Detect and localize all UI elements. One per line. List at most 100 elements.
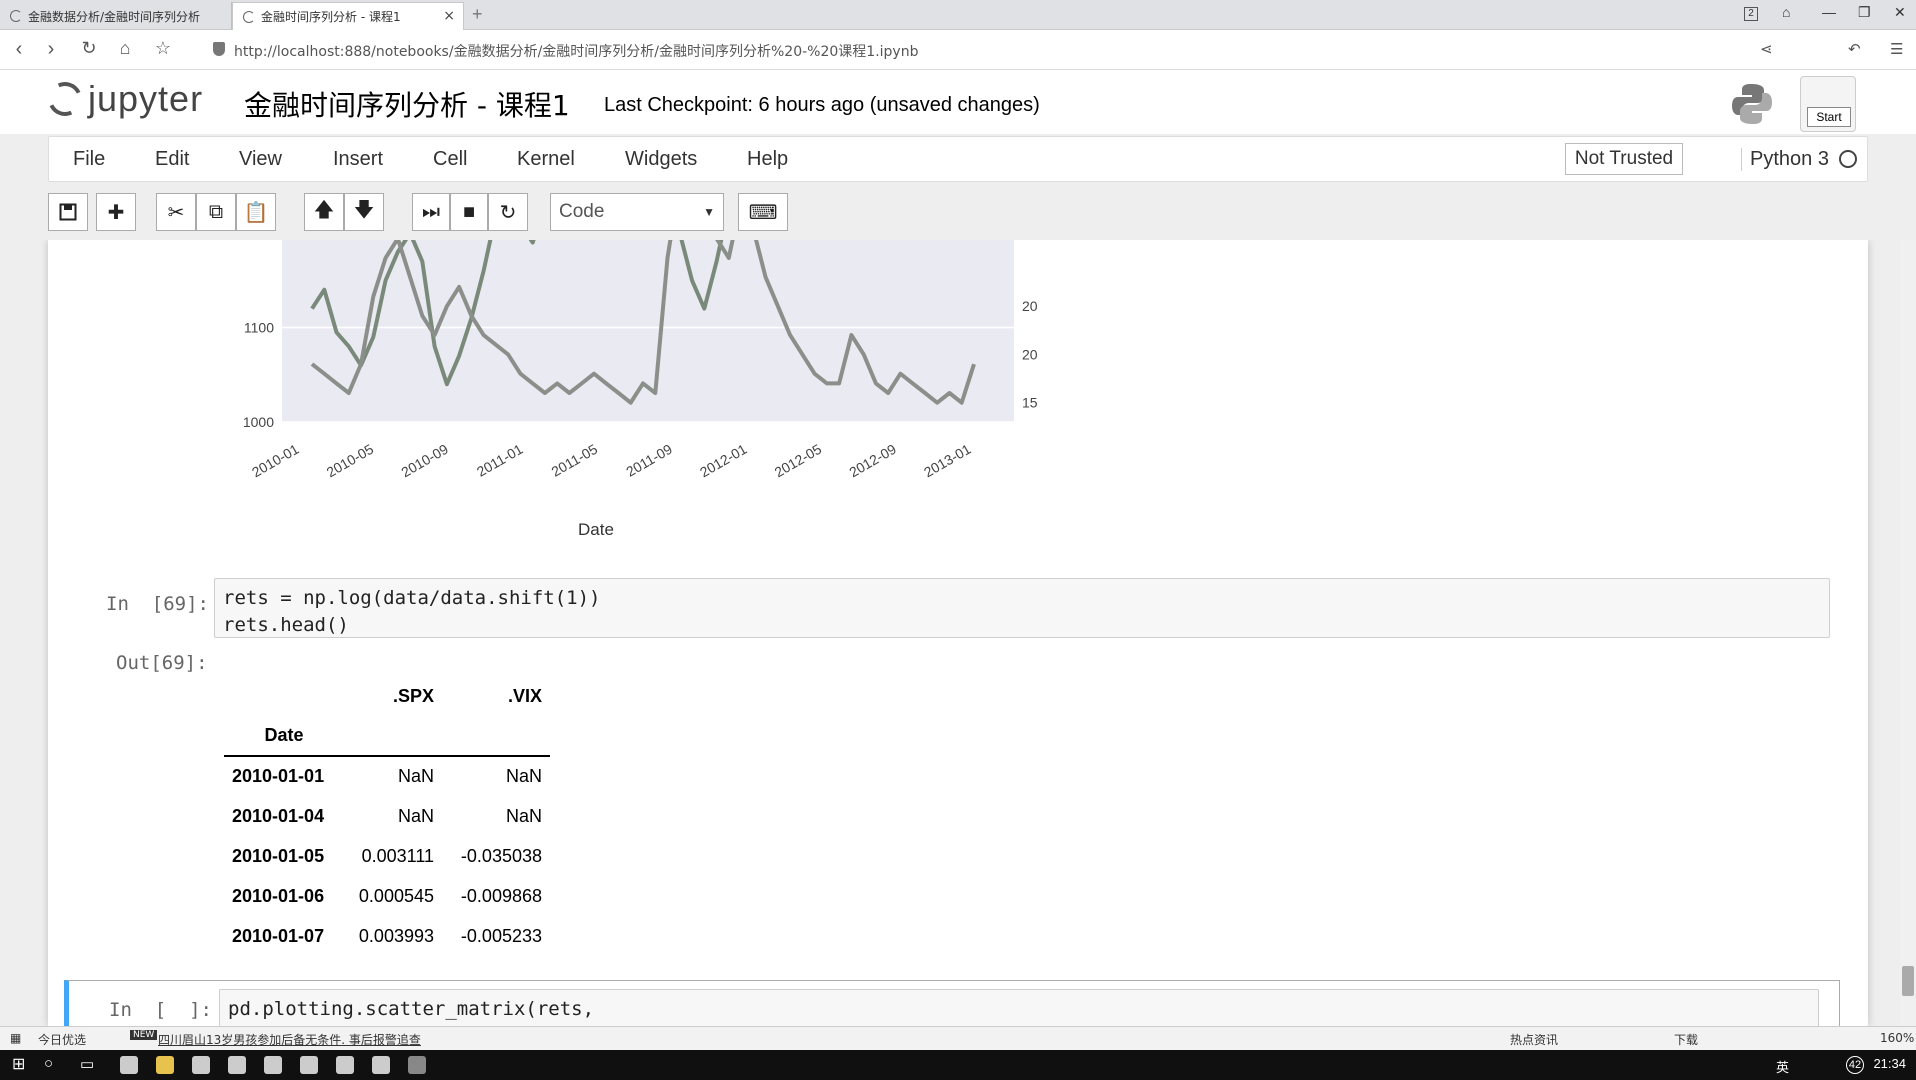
save-button[interactable]: [48, 193, 88, 231]
reload-icon[interactable]: ↻: [76, 38, 102, 59]
input-language[interactable]: 英: [1776, 1057, 1789, 1076]
status-left[interactable]: 今日优选: [38, 1031, 86, 1048]
search-icon[interactable]: ○: [44, 1055, 53, 1072]
app-icon[interactable]: [192, 1056, 210, 1074]
notebook-title[interactable]: 金融时间序列分析 - 课程1: [244, 84, 570, 124]
menu-icon[interactable]: ☰: [1890, 40, 1903, 58]
table-row: 2010-01-05 0.003111 -0.035038: [224, 836, 550, 876]
start-button[interactable]: Start: [1807, 107, 1851, 127]
paste-button[interactable]: 📋: [236, 193, 276, 231]
jupyter-logo[interactable]: jupyter: [43, 77, 203, 121]
app-icon[interactable]: [300, 1056, 318, 1074]
x-axis-label: Date: [578, 520, 614, 539]
row-date: 2010-01-07: [232, 925, 325, 946]
folder-icon[interactable]: [156, 1056, 174, 1074]
status-download[interactable]: 下载: [1674, 1031, 1698, 1048]
windows-start-icon[interactable]: ⊞: [12, 1054, 25, 1074]
kernel-name[interactable]: Python 3: [1741, 148, 1829, 171]
move-up-button[interactable]: 🡅: [304, 193, 344, 231]
input-prompt: In [69]:: [106, 593, 209, 615]
selected-cell[interactable]: In [ ]: pd.plotting.scatter_matrix(rets,: [64, 980, 1840, 1026]
new-tab-button[interactable]: +: [472, 4, 483, 25]
cell-type-select[interactable]: Code ▼: [550, 193, 724, 231]
code-input-69[interactable]: rets = np.log(data/data.shift(1)) rets.h…: [214, 578, 1830, 638]
restart-button[interactable]: ↻: [488, 193, 528, 231]
copy-button[interactable]: ⧉: [196, 193, 236, 231]
menu-edit[interactable]: Edit: [155, 148, 189, 171]
menu-kernel[interactable]: Kernel: [517, 148, 575, 171]
menu-cell[interactable]: Cell: [433, 148, 467, 171]
step-forward-icon: ⏭: [422, 200, 440, 223]
trust-button[interactable]: Not Trusted: [1565, 143, 1683, 175]
undo-icon[interactable]: ↶: [1848, 40, 1861, 58]
news-link[interactable]: 四川眉山13岁男孩参加后备无条件. 事后报警追查: [158, 1031, 421, 1048]
close-tab-icon[interactable]: ×: [443, 8, 455, 24]
home-icon[interactable]: ⌂: [112, 38, 138, 59]
menu-file[interactable]: File: [73, 148, 105, 171]
run-button[interactable]: ⏭: [412, 193, 450, 231]
status-hot-news[interactable]: 热点资讯: [1510, 1031, 1558, 1048]
minimize-icon[interactable]: —: [1822, 4, 1836, 20]
blank-cell: [442, 716, 550, 757]
forward-icon[interactable]: ›: [38, 38, 64, 61]
cell-spx: 0.003111: [361, 845, 434, 866]
close-window-icon[interactable]: ✕: [1894, 4, 1906, 21]
star-icon[interactable]: ☆: [150, 38, 176, 59]
dataframe-output: .SPX .VIX Date 2010-01-01 NaN NaN 2010-0…: [224, 676, 550, 956]
app-icon[interactable]: [264, 1056, 282, 1074]
column-header-vix: .VIX: [507, 685, 542, 706]
x-tick-label: 2010-01: [249, 441, 302, 481]
x-tick-label: 2012-09: [846, 441, 899, 481]
back-icon[interactable]: ‹: [6, 38, 32, 61]
loading-icon: [10, 10, 22, 22]
keyboard-icon: ⌨: [748, 201, 778, 224]
insert-cell-button[interactable]: ✚: [96, 193, 136, 231]
tab-count-badge[interactable]: 2: [1744, 7, 1758, 21]
menu-view[interactable]: View: [239, 148, 282, 171]
notification-badge[interactable]: 42: [1846, 1056, 1864, 1074]
zoom-level[interactable]: 160%: [1880, 1031, 1914, 1045]
command-palette-button[interactable]: ⌨: [738, 193, 788, 231]
cell-vix: -0.009868: [460, 885, 542, 906]
tab-title: 金融时间序列分析 - 课程1: [261, 10, 401, 24]
share-icon[interactable]: ⋖: [1760, 40, 1773, 58]
index-name-row: Date: [224, 716, 550, 757]
app-icon[interactable]: [336, 1056, 354, 1074]
code-input-next[interactable]: pd.plotting.scatter_matrix(rets,: [219, 989, 1819, 1026]
menu-bar: File Edit View Insert Cell Kernel Widget…: [48, 136, 1868, 182]
move-down-button[interactable]: 🡇: [344, 193, 384, 231]
x-tick-label: 2010-09: [398, 441, 451, 481]
row-date: 2010-01-04: [232, 805, 325, 826]
cell-spx: NaN: [397, 766, 434, 786]
app-icon[interactable]: [372, 1056, 390, 1074]
scissors-icon: ✂: [167, 201, 185, 224]
app-icon[interactable]: [228, 1056, 246, 1074]
table-row: 2010-01-01 NaN NaN: [224, 756, 550, 796]
y-left-tick-label: 1200: [243, 240, 274, 241]
menu-insert[interactable]: Insert: [333, 148, 383, 171]
table-row: 2010-01-07 0.003993 -0.005233: [224, 916, 550, 956]
browser-app-icon[interactable]: [408, 1056, 426, 1074]
cut-button[interactable]: ✂: [156, 193, 196, 231]
shirt-icon[interactable]: ⌂: [1782, 4, 1790, 20]
cell-vix: NaN: [505, 805, 542, 826]
cell-spx: 0.003993: [358, 925, 434, 946]
browser-tab-1[interactable]: 金融数据分析/金融时间序列分析: [0, 2, 232, 30]
arrow-up-icon: 🡅: [313, 199, 335, 221]
x-tick-label: 2011-09: [623, 441, 675, 480]
notebook-area[interactable]: 1200 1100 1000 20 20 15 2010-01 2010-05 2010-0…: [0, 240, 1916, 1026]
x-tick-label: 2011-05: [549, 441, 601, 480]
url-field[interactable]: http://localhost:888/notebooks/金融数据分析/金融…: [234, 41, 918, 61]
interrupt-button[interactable]: ■: [450, 193, 488, 231]
task-view-icon[interactable]: ▭: [80, 1055, 94, 1073]
blank-cell: [344, 716, 442, 757]
scrollbar[interactable]: [1900, 240, 1916, 1026]
restore-icon[interactable]: ❐: [1858, 4, 1871, 21]
app-icon[interactable]: [120, 1056, 138, 1074]
y-right-tick-label: 20: [1022, 298, 1038, 314]
y-right-tick-label: 15: [1022, 395, 1038, 411]
browser-tab-2[interactable]: 金融时间序列分析 - 课程1 ×: [232, 2, 464, 30]
menu-help[interactable]: Help: [747, 148, 788, 171]
scrollbar-thumb[interactable]: [1902, 966, 1914, 996]
menu-widgets[interactable]: Widgets: [625, 148, 697, 171]
